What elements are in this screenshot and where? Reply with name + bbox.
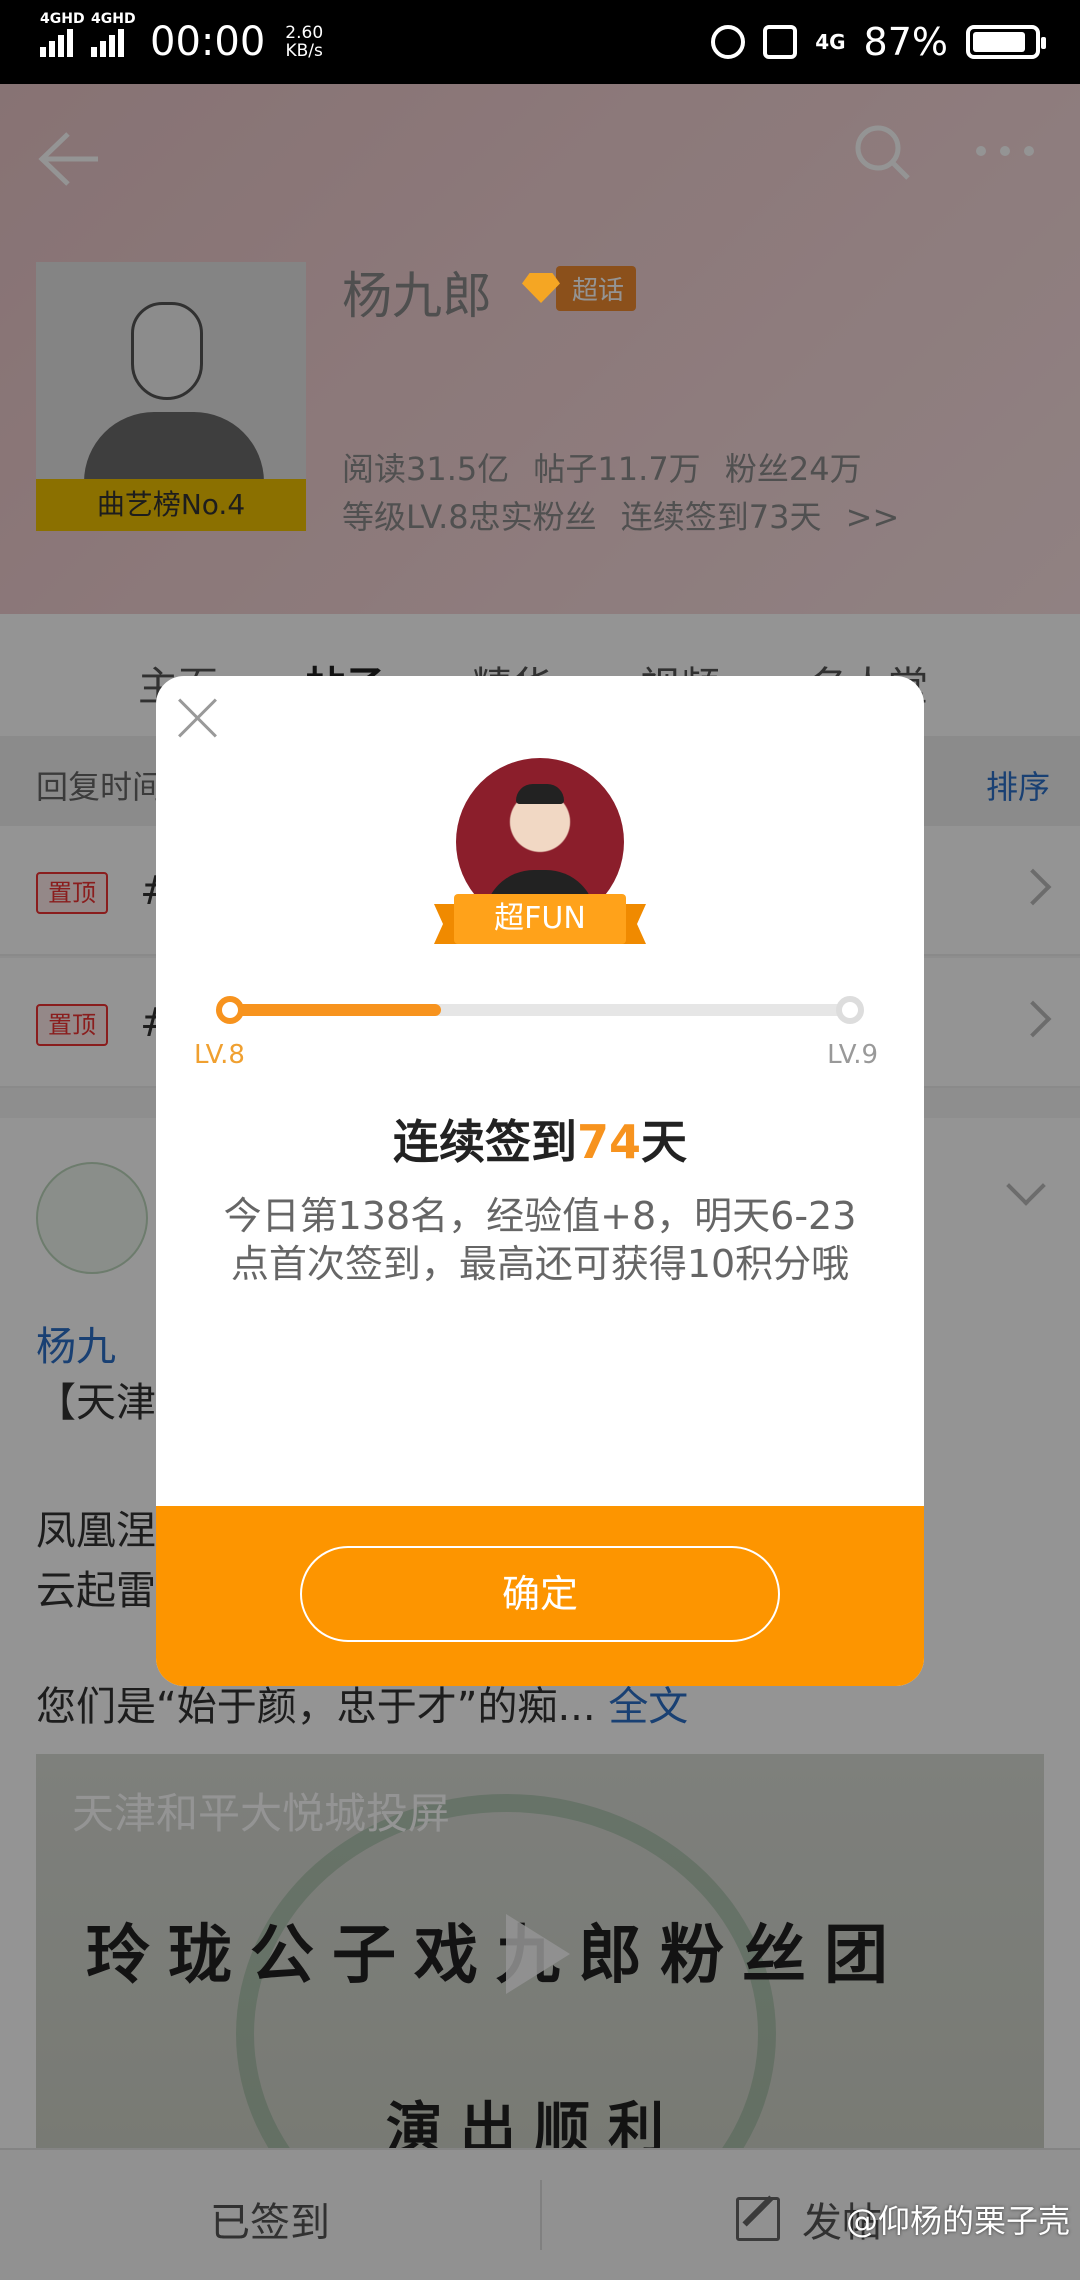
confirm-button[interactable]: 确定 bbox=[300, 1546, 780, 1642]
level-progress-bar bbox=[230, 1004, 850, 1016]
net-speed-value: 2.60 bbox=[285, 23, 324, 43]
battery-icon bbox=[966, 25, 1046, 59]
network-label: 4GHD bbox=[40, 11, 85, 27]
checkin-dialog: 超FUN LV.8 LV.9 连续签到74天 今日第138名，经验值+8，明天6… bbox=[156, 676, 924, 1686]
streak-days: 74 bbox=[576, 1115, 641, 1169]
clock: 00:00 bbox=[150, 19, 266, 65]
close-icon[interactable] bbox=[176, 696, 220, 740]
progress-end-dot bbox=[836, 996, 864, 1024]
status-bar: 4GHD 4GHD 00:00 2.60 KB/s 4G 87% bbox=[0, 0, 1080, 84]
progress-start-dot bbox=[216, 996, 244, 1024]
streak-suffix: 天 bbox=[641, 1115, 687, 1169]
network-label-2: 4GHD bbox=[91, 11, 136, 27]
net-speed-unit: KB/s bbox=[285, 41, 323, 61]
streak-prefix: 连续签到 bbox=[392, 1115, 577, 1169]
signal-icon: 4GHD bbox=[40, 11, 85, 57]
fan-title-label: 超FUN bbox=[454, 894, 626, 944]
mute-icon bbox=[763, 25, 798, 59]
fan-title-ribbon: 超FUN bbox=[434, 894, 646, 944]
battery-percent: 87% bbox=[863, 20, 948, 64]
network-type: 4G bbox=[815, 30, 846, 54]
checkin-message: 今日第138名，经验值+8，明天6-23点首次签到，最高还可获得10积分哦 bbox=[223, 1194, 857, 1286]
watermark: @仰杨的栗子壳 bbox=[845, 2202, 1070, 2240]
next-level: LV.9 bbox=[827, 1040, 878, 1070]
signal-icon-2: 4GHD bbox=[91, 11, 136, 57]
dialog-footer: 确定 bbox=[156, 1506, 924, 1686]
current-level: LV.8 bbox=[194, 1040, 245, 1070]
alarm-icon bbox=[711, 25, 746, 59]
checkin-streak-title: 连续签到74天 bbox=[156, 1106, 924, 1172]
net-speed: 2.60 KB/s bbox=[285, 24, 323, 60]
